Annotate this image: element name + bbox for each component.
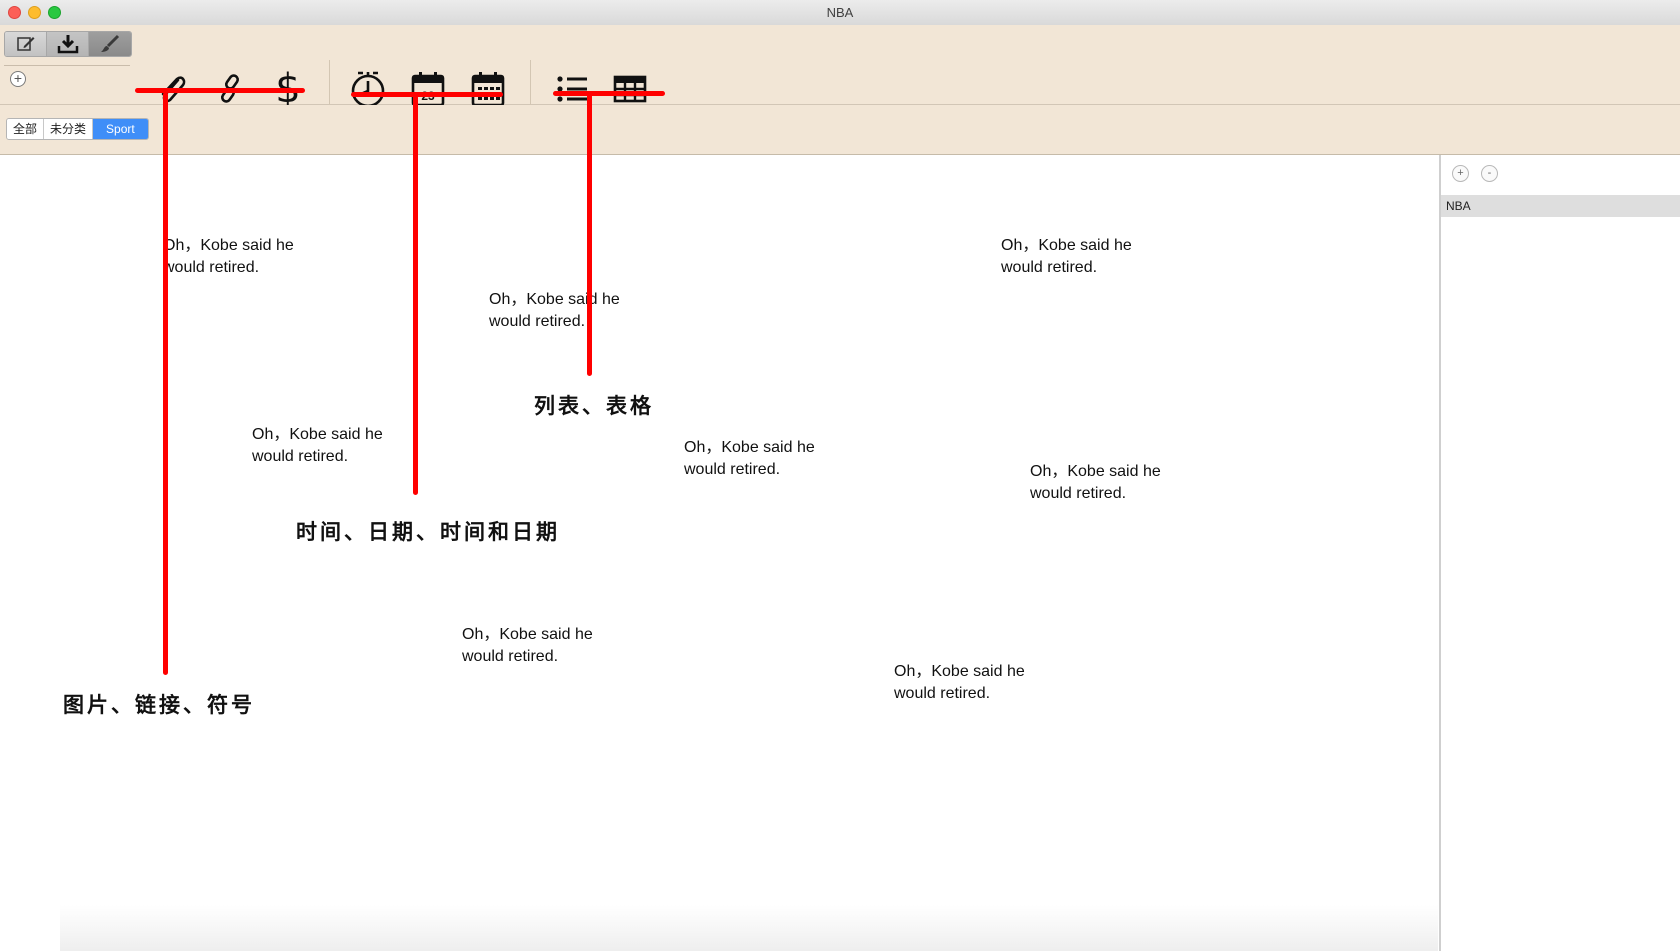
remove-notebook-button[interactable]: - (1481, 165, 1498, 182)
add-notebook-button[interactable]: + (1452, 165, 1469, 182)
filter-all[interactable]: 全部 (7, 119, 45, 139)
annotation-underline (553, 91, 665, 96)
toolbar: + $ 23 (0, 25, 1680, 118)
note-item[interactable]: Oh，Kobe said he would retired. (894, 661, 1025, 705)
clock-icon (351, 71, 385, 108)
brush-icon (101, 34, 120, 52)
list-icon (557, 76, 587, 102)
note-item[interactable]: Oh，Kobe said he would retired. (684, 437, 815, 481)
category-segmented-control: 全部 未分类 Sport (6, 118, 149, 140)
note-item[interactable]: Oh，Kobe said he would retired. (252, 424, 383, 468)
annotation-pointer-line (163, 92, 168, 675)
download-mode-button[interactable] (47, 32, 89, 56)
sidebar-item-nba[interactable]: NBA (1441, 195, 1680, 217)
notes-canvas[interactable]: Oh，Kobe said he would retired. Oh，Kobe s… (0, 155, 1439, 951)
calendar-grid-icon (471, 72, 505, 107)
filter-sport[interactable]: Sport (93, 119, 148, 139)
table-icon (613, 75, 647, 103)
annotation-list-table: 列表、表格 (534, 393, 654, 418)
style-mode-button[interactable] (89, 32, 131, 56)
insert-datetime-button[interactable] (466, 69, 510, 109)
edit-mode-button[interactable] (5, 32, 47, 56)
note-item[interactable]: Oh，Kobe said he would retired. (1030, 461, 1161, 505)
filter-uncategorized[interactable]: 未分类 (44, 119, 94, 139)
note-item[interactable]: Oh，Kobe said he would retired. (1001, 235, 1132, 279)
annotation-underline (135, 88, 305, 93)
toolbar-divider (4, 65, 130, 66)
category-filter-bar: 全部 未分类 Sport (0, 105, 1680, 155)
note-item[interactable]: Oh，Kobe said he would retired. (489, 289, 620, 333)
insert-time-button[interactable] (346, 69, 390, 109)
insert-table-button[interactable] (608, 69, 652, 109)
mode-segmented-control (4, 31, 132, 57)
note-item[interactable]: Oh，Kobe said he would retired. (462, 624, 593, 668)
note-item[interactable]: Oh，Kobe said he would retired. (163, 235, 294, 279)
download-icon (57, 35, 78, 54)
annotation-time-date: 时间、日期、时间和日期 (296, 519, 560, 544)
notebook-sidebar: + - NBA (1439, 155, 1680, 951)
canvas-bottom-shade (60, 905, 1438, 951)
window-title: NBA (826, 5, 854, 20)
annotation-image-link-symbol: 图片、链接、符号 (63, 692, 255, 717)
annotation-pointer-line (587, 94, 592, 376)
annotation-pointer-line (413, 95, 418, 495)
app-window: NBA + $ 23 (0, 0, 1680, 951)
title-bar: NBA (0, 0, 1680, 26)
add-button[interactable]: + (10, 71, 26, 87)
annotation-underline (351, 92, 503, 97)
edit-icon (16, 37, 34, 51)
